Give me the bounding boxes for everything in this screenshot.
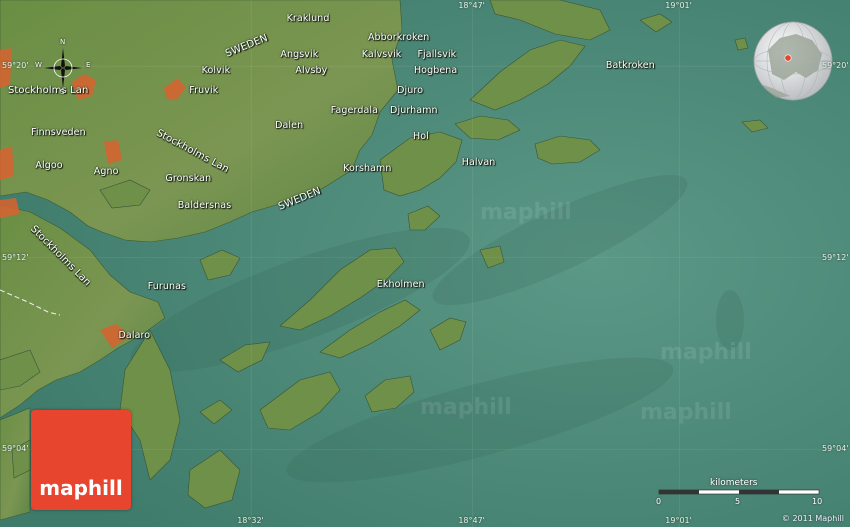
- compass-rose: N S W E: [35, 38, 91, 96]
- place-label-gronskan: Gronskan: [165, 172, 212, 184]
- compass-east: E: [86, 61, 91, 69]
- watermark-1: maphill: [480, 200, 572, 225]
- place-label-halvan: Halvan: [461, 156, 496, 168]
- place-label-djurhamn: Djurhamn: [390, 105, 438, 117]
- lon-label-bottom-1: 18°32': [237, 516, 264, 525]
- satellite-map[interactable]: maphill maphill maphill maphill Kraklund…: [0, 0, 850, 527]
- place-label-batkroken: Batkroken: [605, 60, 655, 72]
- maphill-logo[interactable]: maphill: [31, 410, 131, 510]
- place-label-angsvik: Angsvik: [280, 48, 319, 60]
- watermark-2: maphill: [660, 340, 752, 365]
- watermark-4: maphill: [640, 400, 732, 425]
- lon-label-top-1: 18°47': [458, 1, 485, 10]
- scale-tick-0: 0: [656, 497, 662, 506]
- lon-label-top-2: 19°01': [665, 1, 692, 10]
- lon-label-bottom-2: 18°47': [458, 516, 485, 525]
- copyright-notice: © 2011 Maphill: [781, 514, 844, 523]
- compass-north: N: [60, 38, 66, 46]
- place-label-fruvik: Fruvik: [189, 84, 219, 96]
- place-label-alvsby: Alvsby: [295, 64, 328, 76]
- place-label-abborkroken: Abborkroken: [367, 31, 430, 43]
- lat-label-right-2: 59°12': [822, 252, 849, 262]
- compass-west: W: [35, 61, 42, 69]
- place-label-korshamn: Korshamn: [343, 162, 392, 174]
- place-label-algoo: Algoo: [35, 159, 63, 171]
- place-label-kalvsvik: Kalvsvik: [361, 48, 402, 60]
- compass-icon: [44, 48, 82, 88]
- place-label-baldersnas: Baldersnas: [177, 200, 232, 212]
- place-label-dalen: Dalen: [275, 119, 304, 131]
- scale-tick-5: 5: [735, 497, 741, 506]
- place-label-furunas: Furunas: [147, 280, 187, 292]
- lat-label-left-1: 59°20': [2, 61, 29, 71]
- place-label-dalaro: Dalaro: [118, 329, 151, 341]
- lon-label-bottom-3: 19°01': [665, 516, 692, 525]
- place-label-djuro: Djuro: [397, 84, 424, 96]
- place-label-finnsveden: Finnsveden: [30, 126, 86, 138]
- watermark-3: maphill: [420, 395, 512, 420]
- maphill-logo-text: maphill: [39, 476, 123, 500]
- place-label-hogbena: Hogbena: [413, 64, 458, 76]
- scale-bar: kilometers 0 5 10: [655, 478, 825, 514]
- scale-tick-10: 10: [812, 497, 823, 506]
- place-label-fagerdala: Fagerdala: [330, 105, 379, 117]
- compass-south: S: [60, 88, 65, 96]
- locator-globe: [753, 21, 833, 101]
- place-label-ekholmen: Ekholmen: [376, 279, 425, 291]
- lat-label-left-3: 59°04': [2, 444, 29, 454]
- place-label-hol: Hol: [413, 131, 429, 143]
- place-label-kraklund: Kraklund: [286, 12, 330, 24]
- lat-label-right-3: 59°04': [822, 444, 849, 454]
- lat-label-left-2: 59°12': [2, 252, 29, 262]
- lat-label-right-1: 59°20': [822, 61, 849, 71]
- place-label-kolvik: Kolvik: [201, 64, 231, 76]
- place-label-fjallsvik: Fjallsvik: [417, 48, 457, 60]
- place-label-agno: Agno: [93, 165, 119, 177]
